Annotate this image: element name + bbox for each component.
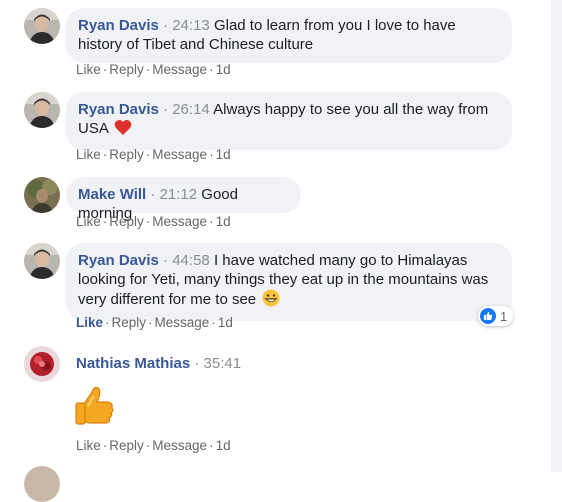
avatar[interactable]	[24, 346, 60, 382]
separator-dot: ·	[150, 186, 156, 203]
separator-dot: ·	[209, 62, 214, 77]
comment-bubble: Make Will · 21:12 Good morning	[66, 177, 301, 222]
comment-actions: Like · Reply · Message · 1d	[76, 62, 231, 78]
separator-dot: ·	[102, 438, 108, 453]
separator-dot: ·	[145, 438, 151, 453]
like-link[interactable]: Like	[76, 438, 101, 453]
comment-age[interactable]: 1d	[218, 315, 233, 330]
separator-dot: ·	[209, 214, 214, 229]
comment-time: 44:58	[172, 252, 210, 269]
avatar[interactable]	[24, 92, 60, 128]
right-edge-panel	[551, 0, 562, 472]
comment-author[interactable]: Ryan Davis	[78, 17, 159, 34]
avatar[interactable]	[24, 243, 60, 279]
separator-dot: ·	[145, 62, 151, 77]
comment-actions: Like · Reply · Message · 1d	[76, 147, 231, 163]
comment-bubble: Ryan Davis · 24:13 Glad to learn from yo…	[66, 8, 512, 63]
avatar[interactable]	[24, 466, 60, 502]
comment-author[interactable]: Ryan Davis	[78, 252, 159, 269]
separator-dot: ·	[194, 355, 200, 372]
reply-link[interactable]: Reply	[109, 438, 144, 453]
separator-dot: ·	[102, 147, 108, 162]
avatar[interactable]	[24, 177, 60, 213]
separator-dot: ·	[145, 214, 151, 229]
separator-dot: ·	[163, 101, 169, 118]
separator-dot: ·	[102, 62, 108, 77]
comment-age[interactable]: 1d	[216, 214, 231, 229]
comment-author[interactable]: Nathias Mathias	[76, 355, 190, 372]
separator-dot: ·	[148, 315, 153, 330]
like-link[interactable]: Like	[76, 147, 101, 162]
comment-age[interactable]: 1d	[216, 62, 231, 77]
reply-link[interactable]: Reply	[112, 315, 147, 330]
reaction-badge[interactable]: 1	[478, 306, 514, 326]
separator-dot: ·	[163, 252, 169, 269]
separator-dot: ·	[105, 315, 110, 330]
reply-link[interactable]: Reply	[109, 62, 144, 77]
message-link[interactable]: Message	[152, 62, 207, 77]
reply-link[interactable]: Reply	[109, 147, 144, 162]
message-link[interactable]: Message	[152, 438, 207, 453]
avatar[interactable]	[24, 8, 60, 44]
separator-dot: ·	[209, 147, 214, 162]
comment-time: 24:13	[172, 17, 210, 34]
comment-bubble: Ryan Davis · 26:14 Always happy to see y…	[66, 92, 512, 150]
heart-emoji-icon	[114, 119, 132, 141]
comment-age[interactable]: 1d	[216, 438, 231, 453]
comment-author[interactable]: Make Will	[78, 186, 146, 203]
thumbs-up-icon	[480, 308, 496, 324]
separator-dot: ·	[145, 147, 151, 162]
comment-age[interactable]: 1d	[216, 147, 231, 162]
separator-dot: ·	[211, 315, 216, 330]
comment-actions: Like · Reply · Message · 1d	[76, 214, 231, 230]
reply-link[interactable]: Reply	[109, 214, 144, 229]
like-link[interactable]: Like	[76, 315, 103, 330]
comment-time: 26:14	[172, 101, 210, 118]
message-link[interactable]: Message	[152, 147, 207, 162]
separator-dot: ·	[209, 438, 214, 453]
comment-time: 35:41	[203, 355, 242, 372]
reaction-count: 1	[500, 308, 508, 324]
like-link[interactable]: Like	[76, 62, 101, 77]
comment-bubble: Ryan Davis · 44:58 I have watched many g…	[66, 243, 512, 321]
grinning-face-emoji-icon	[262, 289, 280, 312]
like-link[interactable]: Like	[76, 214, 101, 229]
comment-actions: Like · Reply · Message · 1d	[76, 315, 233, 331]
separator-dot: ·	[163, 17, 169, 34]
comment-time: 21:12	[159, 186, 198, 203]
comment-header: Nathias Mathias · 35:41	[66, 346, 251, 381]
comment-actions: Like · Reply · Message · 1d	[76, 438, 231, 454]
message-link[interactable]: Message	[152, 214, 207, 229]
thumbs-up-sticker-icon	[70, 382, 118, 430]
comment-author[interactable]: Ryan Davis	[78, 101, 159, 118]
separator-dot: ·	[102, 214, 108, 229]
message-link[interactable]: Message	[155, 315, 210, 330]
